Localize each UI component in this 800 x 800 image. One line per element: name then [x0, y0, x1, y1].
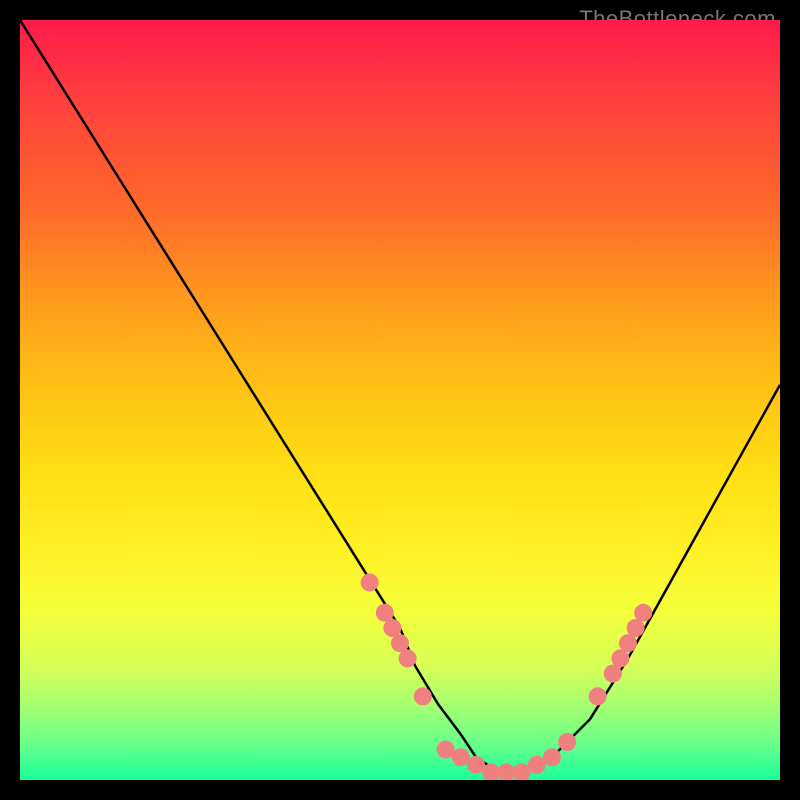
data-dot: [543, 748, 561, 766]
data-dot: [414, 687, 432, 705]
data-dot: [558, 733, 576, 751]
plot-area: [20, 20, 780, 780]
chart-frame: TheBottleneck.com: [0, 0, 800, 800]
data-dot: [589, 687, 607, 705]
curve-layer: [20, 20, 780, 780]
data-dots: [361, 573, 653, 780]
data-dot: [399, 649, 417, 667]
data-dot: [361, 573, 379, 591]
data-dot: [634, 604, 652, 622]
